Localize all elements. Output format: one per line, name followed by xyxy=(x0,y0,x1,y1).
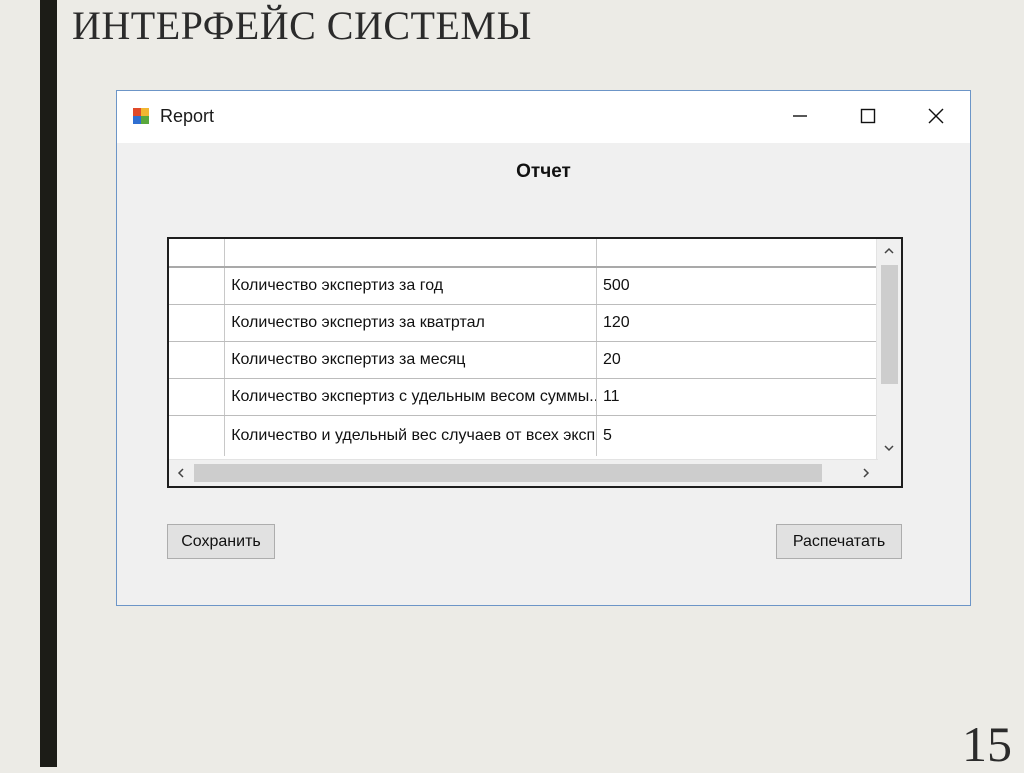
report-data-grid[interactable]: Количество экспертиз за год 500 Количест… xyxy=(167,237,903,488)
table-row[interactable]: Количество экспертиз за год 500 xyxy=(169,268,878,305)
scroll-left-button[interactable] xyxy=(169,460,193,486)
row-header[interactable] xyxy=(169,416,226,456)
slide-accent-bar xyxy=(40,0,57,767)
row-value-cell[interactable]: 20 xyxy=(597,342,878,378)
row-name-cell[interactable]: Количество и удельный вес случаев от все… xyxy=(225,416,597,456)
table-row[interactable]: Количество экспертиз с удельным весом су… xyxy=(169,379,878,416)
app-icon xyxy=(133,108,149,124)
scroll-down-button[interactable] xyxy=(877,436,901,460)
row-name-cell[interactable]: Количество экспертиз за месяц xyxy=(225,342,597,378)
row-value-cell[interactable]: 11 xyxy=(597,379,878,415)
row-header[interactable] xyxy=(169,379,226,415)
report-heading: Отчет xyxy=(516,161,571,182)
vertical-scrollbar[interactable] xyxy=(876,239,901,460)
save-button[interactable]: Сохранить xyxy=(167,524,275,559)
grid-header-row xyxy=(169,239,878,268)
chevron-right-icon xyxy=(863,468,870,478)
grid-corner-header[interactable] xyxy=(169,239,226,266)
chevron-up-icon xyxy=(884,247,894,254)
horizontal-scroll-thumb[interactable] xyxy=(194,464,822,482)
table-row[interactable]: Количество экспертиз за месяц 20 xyxy=(169,342,878,379)
chevron-left-icon xyxy=(177,468,184,478)
horizontal-scrollbar[interactable] xyxy=(169,459,878,486)
title-bar[interactable]: Report xyxy=(117,91,970,143)
minimize-button[interactable] xyxy=(766,91,834,141)
row-name-cell[interactable]: Количество экспертиз за год xyxy=(225,268,597,304)
grid-column-header-value[interactable] xyxy=(597,239,878,266)
row-header[interactable] xyxy=(169,342,226,378)
table-row[interactable]: Количество и удельный вес случаев от все… xyxy=(169,416,878,456)
close-icon xyxy=(928,108,944,124)
row-header[interactable] xyxy=(169,305,226,341)
grid-viewport: Количество экспертиз за год 500 Количест… xyxy=(169,239,878,460)
minimize-icon xyxy=(793,115,807,117)
scroll-up-button[interactable] xyxy=(877,239,901,263)
vertical-scroll-thumb[interactable] xyxy=(881,265,898,384)
scroll-right-button[interactable] xyxy=(854,460,878,486)
row-name-cell[interactable]: Количество экспертиз за кватртал xyxy=(225,305,597,341)
maximize-icon xyxy=(860,108,876,124)
row-name-cell[interactable]: Количество экспертиз с удельным весом су… xyxy=(225,379,597,415)
scrollbar-corner xyxy=(877,460,901,486)
slide-page-number: 15 xyxy=(962,716,1012,772)
print-button[interactable]: Распечатать xyxy=(776,524,902,559)
maximize-button[interactable] xyxy=(834,91,902,141)
grid-column-header-name[interactable] xyxy=(225,239,597,266)
close-button[interactable] xyxy=(902,91,970,141)
slide-title: ИНТЕРФЕЙС СИСТЕМЫ xyxy=(72,3,532,48)
report-window: Report Отчет Количество экспертиз за год… xyxy=(116,90,971,606)
row-value-cell[interactable]: 500 xyxy=(597,268,878,304)
row-header[interactable] xyxy=(169,268,226,304)
chevron-down-icon xyxy=(884,445,894,452)
table-row[interactable]: Количество экспертиз за кватртал 120 xyxy=(169,305,878,342)
window-title: Report xyxy=(160,106,215,126)
row-value-cell[interactable]: 120 xyxy=(597,305,878,341)
row-value-cell[interactable]: 5 xyxy=(597,416,878,456)
